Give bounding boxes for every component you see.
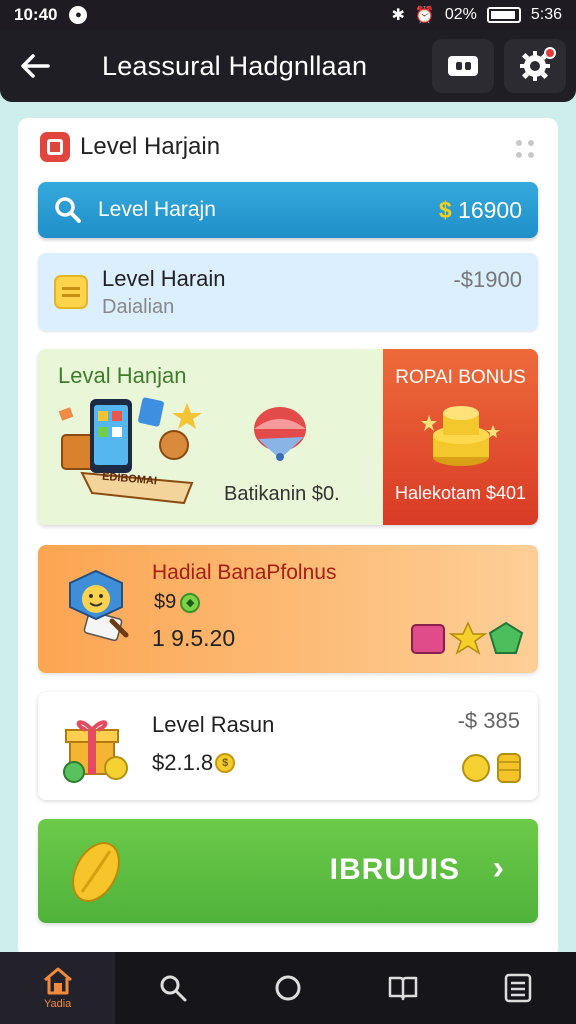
- nav-home[interactable]: Yadia: [0, 952, 116, 1024]
- home-icon: [43, 967, 72, 995]
- app-logo-icon: [40, 132, 70, 162]
- offer-code-text: $9: [154, 591, 177, 613]
- list-icon: [505, 973, 532, 1003]
- green-coin-icon: ◆: [180, 592, 201, 613]
- level-info-title: Level Harain: [102, 265, 226, 291]
- back-button[interactable]: [0, 30, 70, 102]
- bluetooth-icon: ✱: [391, 7, 405, 24]
- settings-button[interactable]: [504, 39, 566, 93]
- phone-shopping-illustration: [58, 397, 202, 505]
- back-arrow-icon: [21, 54, 50, 78]
- cta-label: IBRUUIS: [329, 853, 460, 886]
- coin-stack-icon: [421, 406, 500, 466]
- battery-percent: 02%: [444, 6, 477, 23]
- promo-title: Leval Hanjan: [58, 363, 187, 388]
- sheet-header: Level Harjain: [40, 132, 220, 162]
- level-reward-card[interactable]: Level Rasun $2.1.8 $ -$ 385: [38, 692, 538, 800]
- level-reward-title: Level Rasun: [152, 712, 275, 737]
- wallet-icon: [448, 56, 478, 76]
- nav-home-label: Yadia: [43, 998, 72, 1010]
- notification-badge: [544, 47, 556, 59]
- gift-box-icon: [63, 720, 128, 783]
- nav-search[interactable]: [115, 952, 230, 1024]
- bonus-panel[interactable]: ROPAI BONUS Halekotam $401: [383, 349, 538, 525]
- page-title: Leassural Hadgnllaan: [102, 50, 368, 81]
- chevron-right-icon: ›: [492, 849, 504, 887]
- more-options-icon[interactable]: [516, 140, 536, 160]
- reward-gems-icon: [411, 621, 524, 655]
- promo-banner[interactable]: Leval Hanjan EDIBOMAI Batikanin $0. ROPA…: [38, 349, 538, 525]
- nav-home-button[interactable]: [230, 952, 345, 1024]
- bonus-note: Halekotam $401: [394, 483, 527, 503]
- level-info-subtitle: Daialian: [102, 295, 175, 318]
- primary-cta-button[interactable]: IBRUUIS ›: [38, 819, 538, 923]
- gold-coin-icon: $: [215, 753, 236, 773]
- balance-value: 16900: [458, 196, 522, 223]
- leaf-coin-icon: [72, 842, 120, 902]
- level-reward-amount: -$ 385: [457, 708, 520, 733]
- mascot-icon: [69, 569, 129, 642]
- offer-code: $9 ◆: [154, 591, 201, 614]
- card-icon: [54, 275, 88, 309]
- alarm-icon: ⏰: [414, 7, 435, 24]
- dollar-sign: $: [438, 196, 452, 223]
- notification-icon: ●: [69, 6, 88, 24]
- app-bar: Leassural Hadgnllaan: [0, 30, 576, 102]
- status-bar: 10:40 ● ✱ ⏰ 02% 5:36: [0, 0, 576, 30]
- level-info-text: Level Harain Daialian: [102, 266, 453, 319]
- nav-library[interactable]: [346, 952, 461, 1024]
- balloon-icon: [254, 407, 306, 461]
- search-label: Level Harajn: [98, 198, 216, 221]
- offer-card[interactable]: Hadial BanaPfolnus $9 ◆ 1 9.5.20: [38, 545, 538, 673]
- bottom-navigation: Yadia: [0, 952, 576, 1024]
- level-reward-value-text: $2.1.8: [152, 750, 214, 775]
- status-indicators: ✱ ⏰ 02% 5:36: [392, 5, 563, 25]
- search-bar[interactable]: Level Harajn $ 16900: [38, 182, 538, 238]
- circle-icon: [275, 975, 301, 1001]
- status-clock: 5:36: [530, 6, 562, 23]
- bonus-title: ROPAI BONUS: [395, 367, 526, 388]
- level-info-amount: -$1900: [453, 267, 522, 292]
- search-icon: [55, 197, 81, 223]
- level-info-row[interactable]: Level Harain Daialian -$1900: [38, 253, 538, 331]
- book-icon: [388, 976, 418, 1001]
- level-reward-value: $2.1.8 $: [152, 750, 236, 776]
- offer-title: Hadial BanaPfolnus: [152, 561, 337, 584]
- sheet-title: Level Harjain: [80, 133, 221, 160]
- balance-amount: $ 16900: [439, 197, 522, 224]
- promo-note: Batikanin $0.: [224, 483, 340, 505]
- search-icon: [160, 975, 187, 1002]
- coins-icon: [462, 753, 521, 783]
- nav-menu[interactable]: [461, 952, 576, 1024]
- offer-value: 1 9.5.20: [152, 625, 236, 651]
- battery-icon: [486, 7, 521, 23]
- wallet-button[interactable]: [432, 39, 494, 93]
- status-time: 10:40: [14, 5, 58, 24]
- promo-panel[interactable]: Leval Hanjan EDIBOMAI Batikanin $0.: [38, 349, 383, 525]
